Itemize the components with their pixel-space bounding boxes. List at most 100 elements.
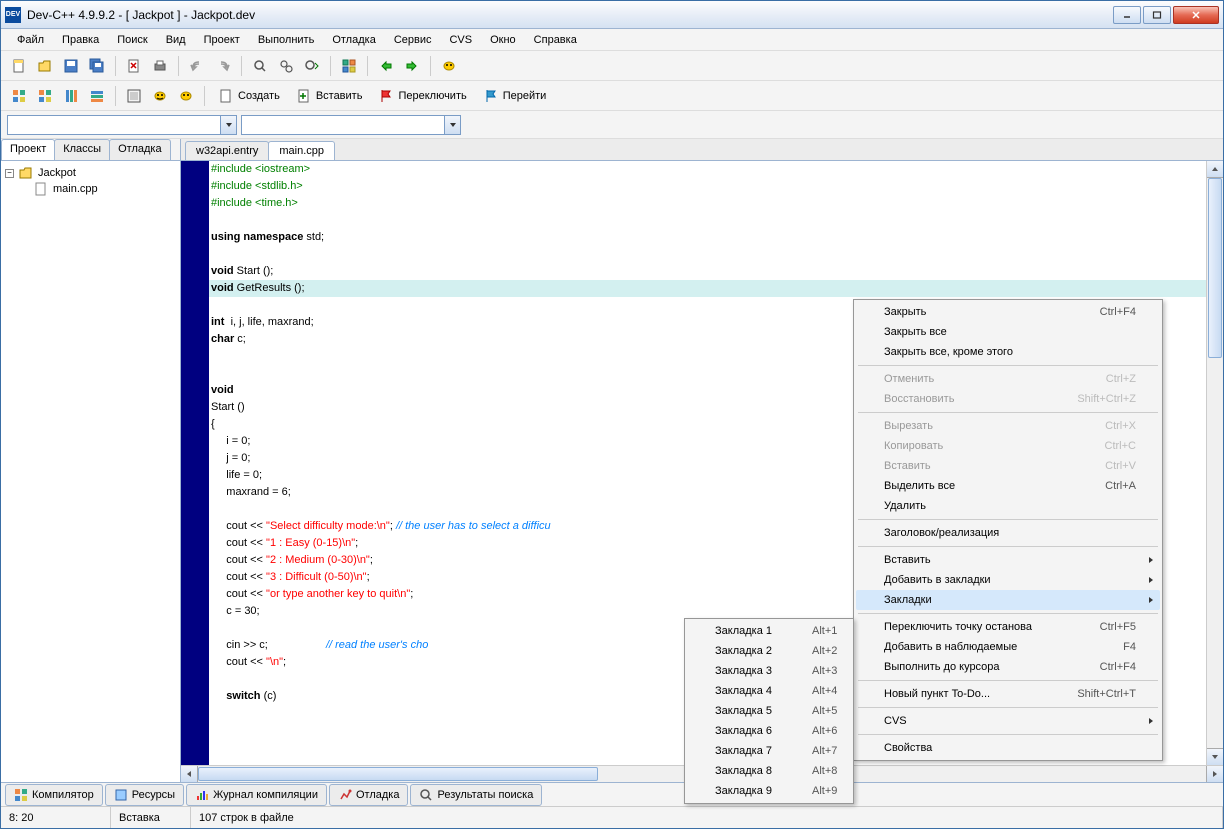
titlebar[interactable]: DEV Dev-C++ 4.9.9.2 - [ Jackpot ] - Jack… bbox=[1, 1, 1223, 29]
menuitem-выполнить-до-курсора[interactable]: Выполнить до курсораCtrl+F4 bbox=[856, 657, 1160, 677]
menuitem-закладка-7[interactable]: Закладка 7Alt+7 bbox=[687, 741, 851, 761]
gutter[interactable] bbox=[181, 161, 209, 765]
saveall-button[interactable] bbox=[85, 54, 109, 78]
bottomtab-1[interactable]: Ресурсы bbox=[105, 784, 184, 806]
menu-поиск[interactable]: Поиск bbox=[109, 30, 155, 50]
scroll-right-icon[interactable] bbox=[1206, 766, 1223, 782]
scroll-left-icon[interactable] bbox=[181, 766, 198, 782]
menu-файл[interactable]: Файл bbox=[9, 30, 52, 50]
menuitem-выделить-все[interactable]: Выделить всеCtrl+A bbox=[856, 476, 1160, 496]
menuitem-восстановить: ВосстановитьShift+Ctrl+Z bbox=[856, 389, 1160, 409]
tree-file[interactable]: main.cpp bbox=[5, 181, 176, 197]
method-combo-input[interactable] bbox=[242, 119, 444, 131]
bottomtab-0[interactable]: Компилятор bbox=[5, 784, 103, 806]
tool-vbar-icon[interactable] bbox=[59, 84, 83, 108]
menuitem-свойства[interactable]: Свойства bbox=[856, 738, 1160, 758]
close-button[interactable] bbox=[1173, 6, 1219, 24]
bottomtab-4[interactable]: Результаты поиска bbox=[410, 784, 542, 806]
menuitem-закладка-8[interactable]: Закладка 8Alt+8 bbox=[687, 761, 851, 781]
class-combo[interactable] bbox=[7, 115, 237, 135]
insert-labeled-button[interactable]: Вставить bbox=[289, 84, 370, 108]
menuitem-копировать: КопироватьCtrl+C bbox=[856, 436, 1160, 456]
menuitem-добавить-в-наблюдаемые[interactable]: Добавить в наблюдаемыеF4 bbox=[856, 637, 1160, 657]
menu-выполнить[interactable]: Выполнить bbox=[250, 30, 322, 50]
filetab-main.cpp[interactable]: main.cpp bbox=[268, 141, 335, 160]
scroll-thumb-h[interactable] bbox=[198, 767, 598, 781]
tool-hbar-icon[interactable] bbox=[85, 84, 109, 108]
menu-сервис[interactable]: Сервис bbox=[386, 30, 440, 50]
menuitem-закладки[interactable]: Закладки bbox=[856, 590, 1160, 610]
menuitem-закладка-4[interactable]: Закладка 4Alt+4 bbox=[687, 681, 851, 701]
menu-вид[interactable]: Вид bbox=[158, 30, 194, 50]
menu-правка[interactable]: Правка bbox=[54, 30, 107, 50]
method-combo[interactable] bbox=[241, 115, 461, 135]
new-file-button[interactable] bbox=[7, 54, 31, 78]
tree-root[interactable]: − Jackpot bbox=[5, 165, 176, 181]
compile-run-button[interactable] bbox=[400, 54, 424, 78]
menuitem-закладка-1[interactable]: Закладка 1Alt+1 bbox=[687, 621, 851, 641]
class-combo-input[interactable] bbox=[8, 119, 220, 131]
menu-проект[interactable]: Проект bbox=[196, 30, 248, 50]
menuitem-переключить-точку-останова[interactable]: Переключить точку остановаCtrl+F5 bbox=[856, 617, 1160, 637]
menu-cvs[interactable]: CVS bbox=[441, 30, 480, 50]
print-button[interactable] bbox=[148, 54, 172, 78]
menuitem-cvs[interactable]: CVS bbox=[856, 711, 1160, 731]
debug-button[interactable] bbox=[437, 54, 461, 78]
bottomtab-icon bbox=[338, 788, 352, 802]
goto-labeled-button[interactable]: Перейти bbox=[476, 84, 554, 108]
scroll-thumb[interactable] bbox=[1208, 178, 1222, 358]
menuitem-добавить-в-закладки[interactable]: Добавить в закладки bbox=[856, 570, 1160, 590]
menu-справка[interactable]: Справка bbox=[526, 30, 585, 50]
menuitem-закладка-2[interactable]: Закладка 2Alt+2 bbox=[687, 641, 851, 661]
save-button[interactable] bbox=[59, 54, 83, 78]
vertical-scrollbar[interactable] bbox=[1206, 161, 1223, 765]
sidetab-0[interactable]: Проект bbox=[1, 139, 55, 160]
menuitem-удалить[interactable]: Удалить bbox=[856, 496, 1160, 516]
bottomtab-3[interactable]: Отладка bbox=[329, 784, 408, 806]
menuitem-закрыть-все,-кроме-этого[interactable]: Закрыть все, кроме этого bbox=[856, 342, 1160, 362]
file-tabs: w32api.entrymain.cpp bbox=[181, 139, 1223, 161]
filetab-w32api.entry[interactable]: w32api.entry bbox=[185, 141, 269, 160]
menuitem-вставить[interactable]: Вставить bbox=[856, 550, 1160, 570]
findnext-button[interactable] bbox=[300, 54, 324, 78]
bottomtab-label: Ресурсы bbox=[132, 789, 175, 801]
menuitem-закладка-3[interactable]: Закладка 3Alt+3 bbox=[687, 661, 851, 681]
redo-button[interactable] bbox=[211, 54, 235, 78]
tool-grid2-icon[interactable] bbox=[33, 84, 57, 108]
scroll-down-icon[interactable] bbox=[1207, 748, 1223, 765]
menu-окно[interactable]: Окно bbox=[482, 30, 524, 50]
menu-отладка[interactable]: Отладка bbox=[324, 30, 383, 50]
context-menu-main[interactable]: ЗакрытьCtrl+F4Закрыть всеЗакрыть все, кр… bbox=[853, 299, 1163, 761]
menuitem-новый-пункт-to-do...[interactable]: Новый пункт To-Do...Shift+Ctrl+T bbox=[856, 684, 1160, 704]
sidetab-2[interactable]: Отладка bbox=[109, 139, 170, 160]
scroll-up-icon[interactable] bbox=[1207, 161, 1223, 178]
chevron-down-icon[interactable] bbox=[220, 116, 236, 134]
run-button[interactable] bbox=[374, 54, 398, 78]
find-button[interactable] bbox=[248, 54, 272, 78]
tool-grid-icon[interactable] bbox=[7, 84, 31, 108]
open-button[interactable] bbox=[33, 54, 57, 78]
minimize-button[interactable] bbox=[1113, 6, 1141, 24]
chevron-down-icon[interactable] bbox=[444, 116, 460, 134]
menuitem-заголовок/реализация[interactable]: Заголовок/реализация bbox=[856, 523, 1160, 543]
close-file-button[interactable] bbox=[122, 54, 146, 78]
menuitem-закладка-6[interactable]: Закладка 6Alt+6 bbox=[687, 721, 851, 741]
help-icon[interactable] bbox=[148, 84, 172, 108]
fullscreen-icon[interactable] bbox=[122, 84, 146, 108]
project-tree[interactable]: − Jackpot main.cpp bbox=[1, 161, 180, 782]
bottomtab-2[interactable]: Журнал компиляции bbox=[186, 784, 327, 806]
menuitem-закрыть[interactable]: ЗакрытьCtrl+F4 bbox=[856, 302, 1160, 322]
maximize-button[interactable] bbox=[1143, 6, 1171, 24]
menuitem-закладка-9[interactable]: Закладка 9Alt+9 bbox=[687, 781, 851, 801]
help2-icon[interactable] bbox=[174, 84, 198, 108]
new-labeled-button[interactable]: Создать bbox=[211, 84, 287, 108]
toggle-labeled-button[interactable]: Переключить bbox=[371, 84, 473, 108]
replace-button[interactable] bbox=[274, 54, 298, 78]
compile-button[interactable] bbox=[337, 54, 361, 78]
context-menu-bookmarks[interactable]: Закладка 1Alt+1Закладка 2Alt+2Закладка 3… bbox=[684, 618, 854, 804]
menuitem-закладка-5[interactable]: Закладка 5Alt+5 bbox=[687, 701, 851, 721]
collapse-icon[interactable]: − bbox=[5, 169, 14, 178]
undo-button[interactable] bbox=[185, 54, 209, 78]
sidetab-1[interactable]: Классы bbox=[54, 139, 110, 160]
menuitem-закрыть-все[interactable]: Закрыть все bbox=[856, 322, 1160, 342]
